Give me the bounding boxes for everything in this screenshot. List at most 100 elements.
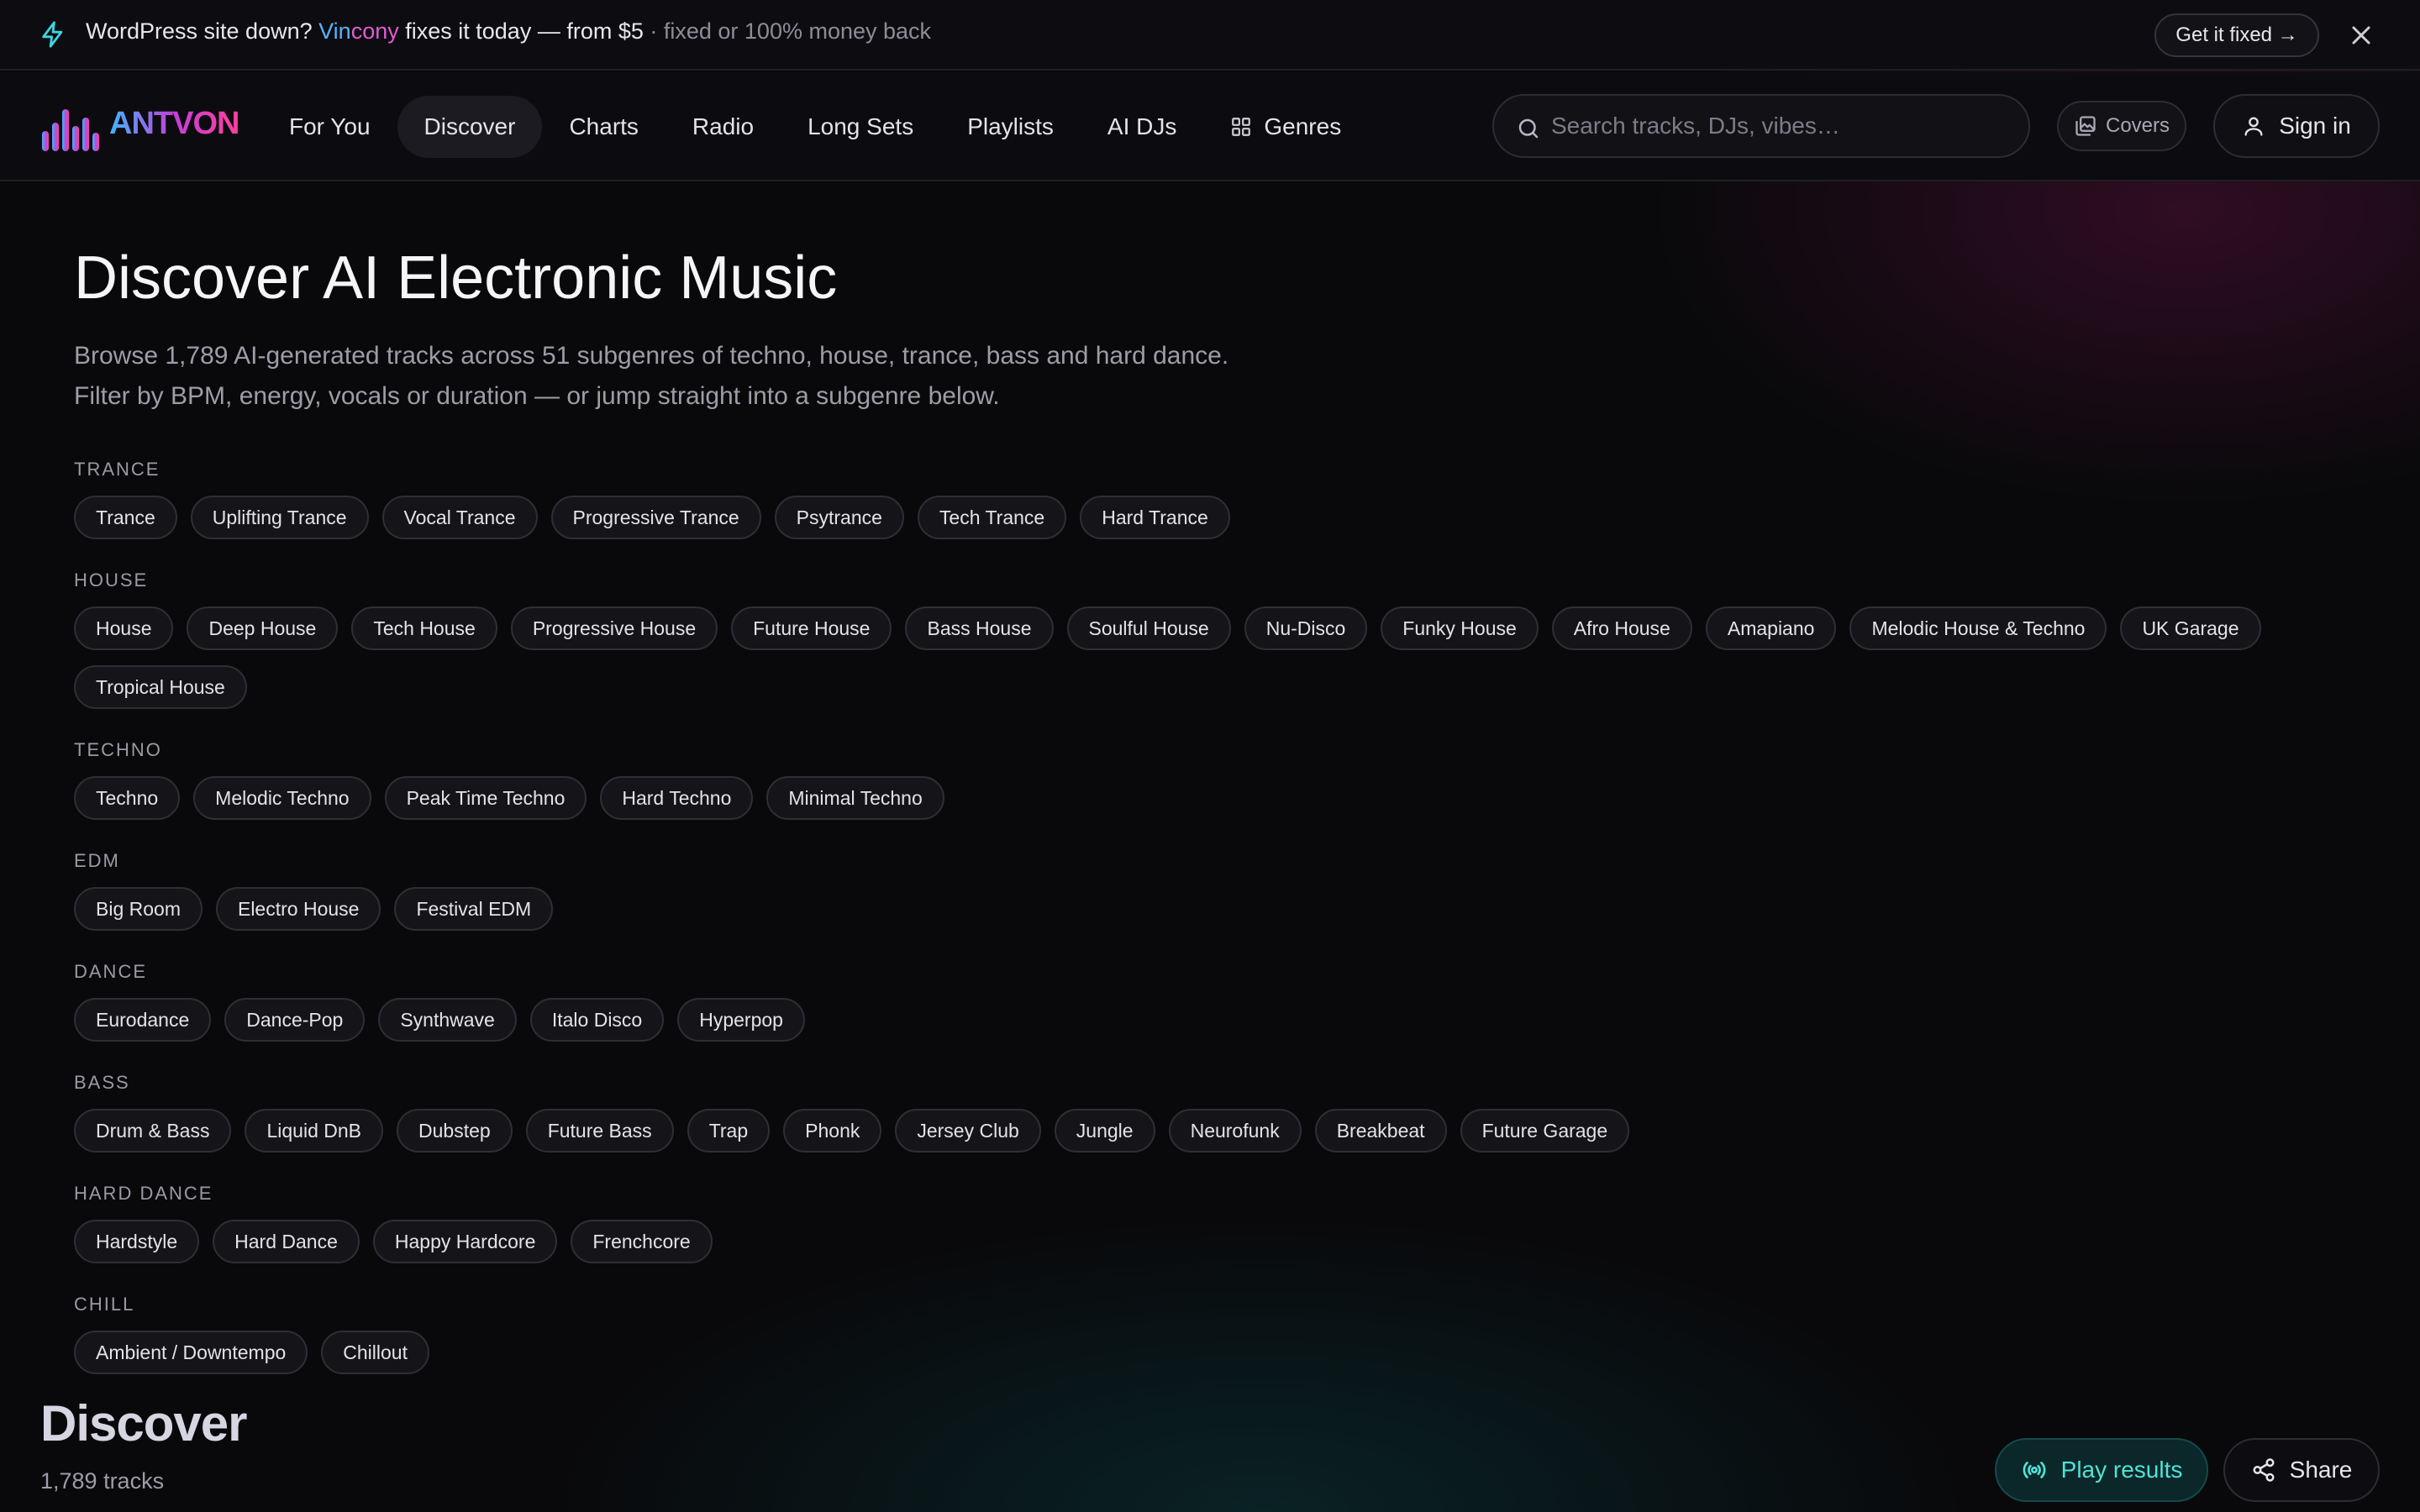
genre-chip[interactable]: Funky House <box>1381 606 1539 650</box>
bolt-icon <box>42 21 63 48</box>
nav-playlists[interactable]: Playlists <box>940 96 1081 158</box>
genre-chip[interactable]: Techno <box>74 776 181 820</box>
nav-radio[interactable]: Radio <box>666 96 781 158</box>
genre-chip[interactable]: Melodic House & Techno <box>1849 606 2107 650</box>
nav-long-sets[interactable]: Long Sets <box>781 96 940 158</box>
genre-chip[interactable]: Chillout <box>321 1331 429 1374</box>
play-results-button[interactable]: Play results <box>1995 1438 2208 1502</box>
genre-chip[interactable]: UK Garage <box>2120 606 2261 650</box>
sign-in-button[interactable]: Sign in <box>2213 94 2380 158</box>
genre-chip[interactable]: Ambient / Downtempo <box>74 1331 308 1374</box>
nav-genres[interactable]: Genres <box>1203 96 1368 158</box>
genre-chip[interactable]: Electro House <box>215 887 381 931</box>
nav-charts[interactable]: Charts <box>542 96 665 158</box>
genre-chip[interactable]: Hyperpop <box>677 998 805 1042</box>
genre-chip[interactable]: Jungle <box>1054 1109 1155 1152</box>
page-subtitle-line-2: Filter by BPM, energy, vocals or duratio… <box>74 382 1000 410</box>
announcement-lead: WordPress site down? <box>86 18 313 44</box>
genre-chip[interactable]: Big Room <box>74 887 203 931</box>
close-icon[interactable] <box>2346 20 2376 50</box>
genre-chip-list: Hardstyle Hard Dance Happy Hardcore Frenchc… <box>74 1220 2360 1263</box>
genre-chip[interactable]: Liquid DnB <box>245 1109 384 1152</box>
genre-chip[interactable]: Uplifting Trance <box>190 496 369 539</box>
genre-chip-list: Drum & Bass Liquid DnB Dubstep Future Bass T… <box>74 1109 2360 1152</box>
genre-chip[interactable]: Breakbeat <box>1314 1109 1447 1152</box>
genre-chip[interactable]: Frenchcore <box>571 1220 713 1263</box>
genre-chip-list: Trance Uplifting Trance Vocal Trance Progre… <box>74 496 2360 539</box>
page-subtitle-line-1: Browse 1,789 AI-generated tracks across … <box>74 342 1229 370</box>
genre-chip[interactable]: Phonk <box>783 1109 882 1152</box>
nav-for-you[interactable]: For You <box>262 96 397 158</box>
genre-chip[interactable]: Bass House <box>905 606 1054 650</box>
genre-chip[interactable]: Festival EDM <box>394 887 554 931</box>
track-count: 1,789 tracks <box>40 1468 165 1494</box>
genre-chip[interactable]: Amapiano <box>1705 606 1837 650</box>
genre-chip[interactable]: Eurodance <box>74 998 212 1042</box>
announcement-brand[interactable]: Vincony <box>318 18 399 44</box>
genre-chip[interactable]: Hard Techno <box>600 776 754 820</box>
genre-chip[interactable]: Jersey Club <box>895 1109 1041 1152</box>
genre-group-label: TECHNO <box>74 739 162 760</box>
genre-group-label: HARD DANCE <box>74 1183 213 1204</box>
genre-chip[interactable]: Synthwave <box>378 998 517 1042</box>
genre-chip[interactable]: Soulful House <box>1066 606 1231 650</box>
main-nav: ANTVON For You Discover Charts Radio Lon… <box>0 72 2420 181</box>
genre-chip[interactable]: Neurofunk <box>1168 1109 1302 1152</box>
images-icon <box>2075 116 2096 136</box>
user-icon <box>2244 117 2263 136</box>
genre-chip[interactable]: Tropical House <box>74 665 247 709</box>
genre-chip[interactable]: Melodic Techno <box>193 776 371 820</box>
broadcast-icon <box>2023 1462 2045 1478</box>
genre-chip[interactable]: Future Bass <box>525 1109 674 1152</box>
page-subtitle: Browse 1,789 AI-generated tracks across … <box>74 336 1418 417</box>
genre-chip[interactable]: Dance-Pop <box>224 998 366 1042</box>
logo-wordmark[interactable]: ANTVON <box>109 106 239 142</box>
genre-chip[interactable]: Progressive Trance <box>550 496 761 539</box>
genre-chip[interactable]: Hard Trance <box>1080 496 1230 539</box>
genre-chip[interactable]: Tech House <box>351 606 497 650</box>
search-input[interactable] <box>1551 96 2005 156</box>
genre-chip[interactable]: Minimal Techno <box>766 776 944 820</box>
genre-groups: TRANCE Trance Uplifting Trance Vocal Trance… <box>74 457 2360 1403</box>
genre-chip[interactable]: House <box>74 606 174 650</box>
genre-chip[interactable]: Future Garage <box>1460 1109 1630 1152</box>
genre-group-label: HOUSE <box>74 570 149 591</box>
nav-links: For You Discover Charts Radio Long Sets … <box>262 96 1368 158</box>
genre-chip[interactable]: Deep House <box>187 606 339 650</box>
page-title: Discover AI Electronic Music <box>74 244 838 312</box>
genre-chip[interactable]: Happy Hardcore <box>372 1220 558 1263</box>
results-title: Discover <box>40 1395 247 1452</box>
share-label: Share <box>2289 1457 2353 1483</box>
genre-chip-list: Techno Melodic Techno Peak Time Techno Hard… <box>74 776 2360 820</box>
genre-chip[interactable]: Drum & Bass <box>74 1109 232 1152</box>
genre-chip[interactable]: Tech Trance <box>917 496 1067 539</box>
nav-discover[interactable]: Discover <box>397 96 543 158</box>
announcement-guarantee: · fixed or 100% money back <box>650 18 932 44</box>
genre-chip[interactable]: Dubstep <box>397 1109 513 1152</box>
genre-chip[interactable]: Future House <box>731 606 892 650</box>
get-it-fixed-button[interactable]: Get it fixed → <box>2154 13 2319 57</box>
genre-chip[interactable]: Psytrance <box>774 496 904 539</box>
announcement-text: WordPress site down? Vincony fixes it to… <box>86 18 931 45</box>
covers-button[interactable]: Covers <box>2057 101 2186 151</box>
genre-chip[interactable]: Hardstyle <box>74 1220 200 1263</box>
share-button[interactable]: Share <box>2223 1438 2380 1502</box>
genre-chip-list: Eurodance Dance-Pop Synthwave Italo Disco Hy… <box>74 998 2360 1042</box>
share-icon <box>2253 1458 2275 1482</box>
genre-chip-list: Ambient / Downtempo Chillout <box>74 1331 2360 1374</box>
genre-chip[interactable]: Vocal Trance <box>381 496 538 539</box>
logo-equalizer-icon[interactable] <box>40 106 99 151</box>
search-box[interactable] <box>1492 94 2030 158</box>
genre-chip[interactable]: Nu-Disco <box>1244 606 1368 650</box>
genre-chip-list: Big Room Electro House Festival EDM <box>74 887 2360 931</box>
genre-group-label: EDM <box>74 850 120 871</box>
genre-chip[interactable]: Trap <box>687 1109 771 1152</box>
genre-chip[interactable]: Trance <box>74 496 177 539</box>
nav-ai-djs[interactable]: AI DJs <box>1081 96 1203 158</box>
genre-group-label: DANCE <box>74 961 148 982</box>
genre-chip[interactable]: Afro House <box>1551 606 1692 650</box>
genre-chip[interactable]: Italo Disco <box>529 998 665 1042</box>
genre-chip[interactable]: Hard Dance <box>213 1220 360 1263</box>
genre-chip[interactable]: Peak Time Techno <box>384 776 587 820</box>
genre-chip[interactable]: Progressive House <box>510 606 718 650</box>
